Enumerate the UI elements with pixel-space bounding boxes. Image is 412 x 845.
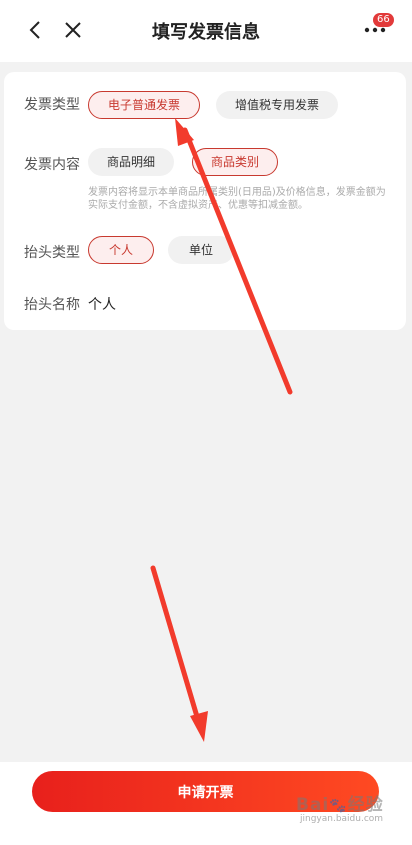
title-type-option-company[interactable]: 单位 bbox=[168, 236, 234, 264]
header-bar: 填写发票信息 66 bbox=[0, 0, 412, 62]
title-type-label: 抬头类型 bbox=[24, 245, 80, 261]
invoice-content-label: 发票内容 bbox=[24, 157, 80, 173]
invoice-content-option-category[interactable]: 商品类别 bbox=[192, 148, 278, 176]
invoice-type-option-vat[interactable]: 增值税专用发票 bbox=[216, 91, 338, 119]
title-name-label: 抬头名称 bbox=[24, 297, 80, 313]
close-icon[interactable] bbox=[61, 18, 85, 42]
footer-bar: 申请开票 bbox=[0, 762, 412, 845]
invoice-content-note: 发票内容将显示本单商品所属类别(日用品)及价格信息，发票金额为实际支付金额，不含… bbox=[88, 187, 386, 211]
invoice-content-option-detail[interactable]: 商品明细 bbox=[88, 148, 174, 176]
chevron-left-icon[interactable] bbox=[24, 18, 48, 42]
invoice-type-label: 发票类型 bbox=[24, 97, 80, 113]
title-name-value[interactable]: 个人 bbox=[88, 294, 116, 314]
notification-badge: 66 bbox=[373, 13, 394, 27]
invoice-form-card: 发票类型 电子普通发票 增值税专用发票 发票内容 商品明细 商品类别 发票内容将… bbox=[4, 72, 406, 330]
invoice-type-option-electronic[interactable]: 电子普通发票 bbox=[88, 91, 200, 119]
title-type-option-personal[interactable]: 个人 bbox=[88, 236, 154, 264]
arrow-to-apply-button bbox=[150, 565, 208, 742]
apply-invoice-button[interactable]: 申请开票 bbox=[32, 771, 379, 812]
